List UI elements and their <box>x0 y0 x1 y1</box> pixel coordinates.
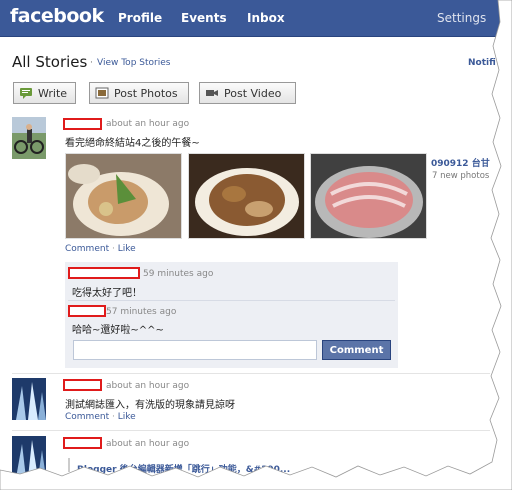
comment-input[interactable] <box>73 340 317 360</box>
story-divider <box>12 430 490 431</box>
album-photo-count: 7 new photos <box>432 171 490 181</box>
story-text: 測試網誌匯入，有洗版的現象請見諒呀 <box>65 400 235 411</box>
nav-profile-link[interactable]: Profile <box>118 11 162 25</box>
redacted-name <box>68 305 106 317</box>
action-separator: · <box>111 412 115 422</box>
view-top-stories-link[interactable]: View Top Stories <box>97 58 170 68</box>
nav-settings-link[interactable]: Settings <box>437 11 486 25</box>
photo-icon <box>95 87 109 99</box>
comment-link[interactable]: Comment <box>65 244 109 254</box>
story-text: 看完絕命終結站4之後的午餐~ <box>65 138 200 149</box>
comment-timestamp[interactable]: 57 minutes ago <box>106 307 176 317</box>
quote-bar <box>68 458 70 472</box>
story-timestamp[interactable]: about an hour ago <box>106 119 189 129</box>
story-timestamp[interactable]: about an hour ago <box>106 439 189 449</box>
avatar[interactable] <box>12 117 46 159</box>
story-photo[interactable] <box>65 153 182 239</box>
redacted-name <box>68 267 140 279</box>
comment-link[interactable]: Comment <box>65 412 109 422</box>
comment-submit-button[interactable]: Comment <box>322 340 391 360</box>
story-actions: Comment · Like <box>65 412 136 422</box>
comment-timestamp[interactable]: 59 minutes ago <box>143 269 213 279</box>
notifications-link[interactable]: Notifi <box>468 58 496 68</box>
write-button[interactable]: Write <box>13 82 76 104</box>
avatar[interactable] <box>12 378 46 420</box>
action-separator: · <box>111 244 115 254</box>
story-photo[interactable] <box>188 153 305 239</box>
video-camera-icon <box>206 90 218 96</box>
story-timestamp[interactable]: about an hour ago <box>106 381 189 391</box>
facebook-logo[interactable]: facebook <box>10 5 104 27</box>
comment-divider <box>68 300 395 301</box>
redacted-name <box>63 379 102 391</box>
album-title-link[interactable]: 090912 台甘 <box>431 156 490 169</box>
write-button-label: Write <box>38 86 68 100</box>
comment-text: 吃得太好了吧！ <box>72 288 142 299</box>
post-video-label: Post Video <box>224 86 282 100</box>
nav-events-link[interactable]: Events <box>181 11 227 25</box>
nav-inbox-link[interactable]: Inbox <box>247 11 285 25</box>
post-video-button[interactable]: Post Video <box>199 82 296 104</box>
heading-separator: · <box>90 58 93 68</box>
write-icon <box>20 88 32 99</box>
story-photo[interactable] <box>310 153 427 239</box>
screenshot-frame: facebook Profile Events Inbox Settings A… <box>0 0 512 490</box>
avatar[interactable] <box>12 436 46 478</box>
redacted-name <box>63 437 102 449</box>
like-link[interactable]: Like <box>118 412 136 422</box>
like-link[interactable]: Like <box>118 244 136 254</box>
post-photos-button[interactable]: Post Photos <box>89 82 189 104</box>
story-actions: Comment · Like <box>65 244 136 254</box>
shared-link-title[interactable]: Blogger 後台編輯器新增「跳行」功能，&#390... <box>77 462 290 475</box>
top-navigation-bar: facebook Profile Events Inbox Settings <box>0 0 500 37</box>
comment-text: 哈哈~還好啦~^^~ <box>72 325 164 336</box>
post-photos-label: Post Photos <box>114 86 178 100</box>
redacted-name <box>63 118 102 130</box>
page-title: All Stories <box>12 53 88 71</box>
story-divider <box>12 373 490 374</box>
